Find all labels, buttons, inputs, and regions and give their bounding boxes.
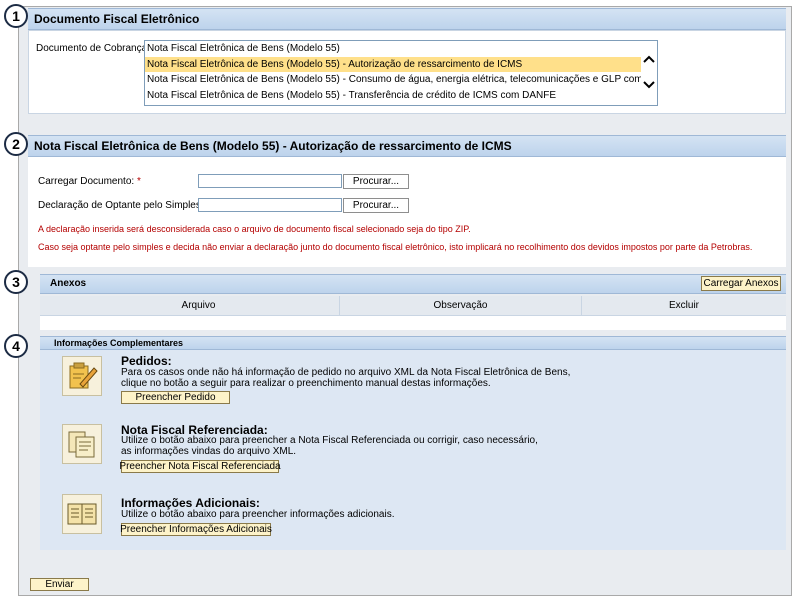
chevron-up-icon[interactable] [641, 51, 657, 67]
section-invoice-title: Nota Fiscal Eletrônica de Bens (Modelo 5… [34, 139, 512, 153]
simples-declaration-input[interactable] [198, 198, 342, 212]
order-edit-icon [62, 356, 102, 396]
step-marker-4: 4 [4, 334, 28, 358]
referenced-invoice-description: Utilize o botão abaixo para preencher a … [121, 435, 538, 457]
column-header-observacao[interactable]: Observação [340, 296, 582, 316]
attachments-table-body [40, 316, 786, 330]
document-type-option-selected[interactable]: Nota Fiscal Eletrônica de Bens (Modelo 5… [145, 56, 657, 72]
document-type-label: Documento de Cobrança: [36, 43, 150, 54]
orders-description: Para os casos onde não há informação de … [121, 367, 571, 389]
complementary-header: Informações Complementares [40, 336, 786, 350]
attachments-header: Anexos [40, 274, 786, 294]
upload-attachments-button[interactable]: Carregar Anexos [701, 276, 781, 291]
zip-warning-text: A declaração inserida será desconsiderad… [38, 224, 471, 234]
attachments-table-header: Arquivo Observação Excluir [40, 296, 786, 316]
orders-title: Pedidos: [121, 354, 172, 368]
document-type-option[interactable]: Nota Fiscal Eletrônica de Bens (Modelo 5… [145, 72, 657, 88]
attachments-title: Anexos [50, 278, 87, 289]
column-header-arquivo[interactable]: Arquivo [58, 296, 340, 316]
document-type-listbox[interactable]: Nota Fiscal Eletrônica de Bens (Modelo 5… [144, 40, 658, 106]
upload-document-input[interactable] [198, 174, 342, 188]
browse-document-button[interactable]: Procurar... [343, 174, 409, 189]
step-marker-2: 2 [4, 132, 28, 156]
column-header-excluir[interactable]: Excluir [582, 296, 786, 316]
complementary-title: Informações Complementares [54, 338, 184, 348]
listbox-scrollbar[interactable] [641, 41, 657, 105]
fill-order-button[interactable]: Preencher Pedido [121, 391, 230, 404]
fill-referenced-invoice-button[interactable]: Preencher Nota Fiscal Referenciada [119, 460, 281, 473]
chevron-down-icon[interactable] [641, 77, 657, 93]
fill-additional-info-button[interactable]: Preencher Informações Adicionais [120, 523, 272, 536]
additional-info-description: Utilize o botão abaixo para preencher in… [121, 509, 395, 520]
browse-simples-button[interactable]: Procurar... [343, 198, 409, 213]
submit-button[interactable]: Enviar [30, 578, 89, 591]
section-invoice-header: Nota Fiscal Eletrônica de Bens (Modelo 5… [28, 135, 786, 157]
upload-document-label: Carregar Documento: * [38, 176, 141, 187]
step-marker-1: 1 [4, 4, 28, 28]
step-marker-3: 3 [4, 270, 28, 294]
required-mark: * [136, 176, 141, 187]
simples-warning-text: Caso seja optante pelo simples e decida … [38, 242, 753, 252]
simples-declaration-label: Declaração de Optante pelo Simples: [38, 200, 204, 211]
document-type-option[interactable]: Nota Fiscal Eletrônica de Bens (Modelo 5… [145, 41, 657, 57]
section-document-title: Documento Fiscal Eletrônico [34, 12, 200, 26]
additional-info-icon [62, 494, 102, 534]
referenced-invoice-icon [62, 424, 102, 464]
document-type-option[interactable]: Nota Fiscal Eletrônica de Bens (Modelo 5… [145, 88, 657, 104]
section-document-header: Documento Fiscal Eletrônico [28, 8, 786, 30]
additional-info-title: Informações Adicionais: [121, 496, 260, 510]
